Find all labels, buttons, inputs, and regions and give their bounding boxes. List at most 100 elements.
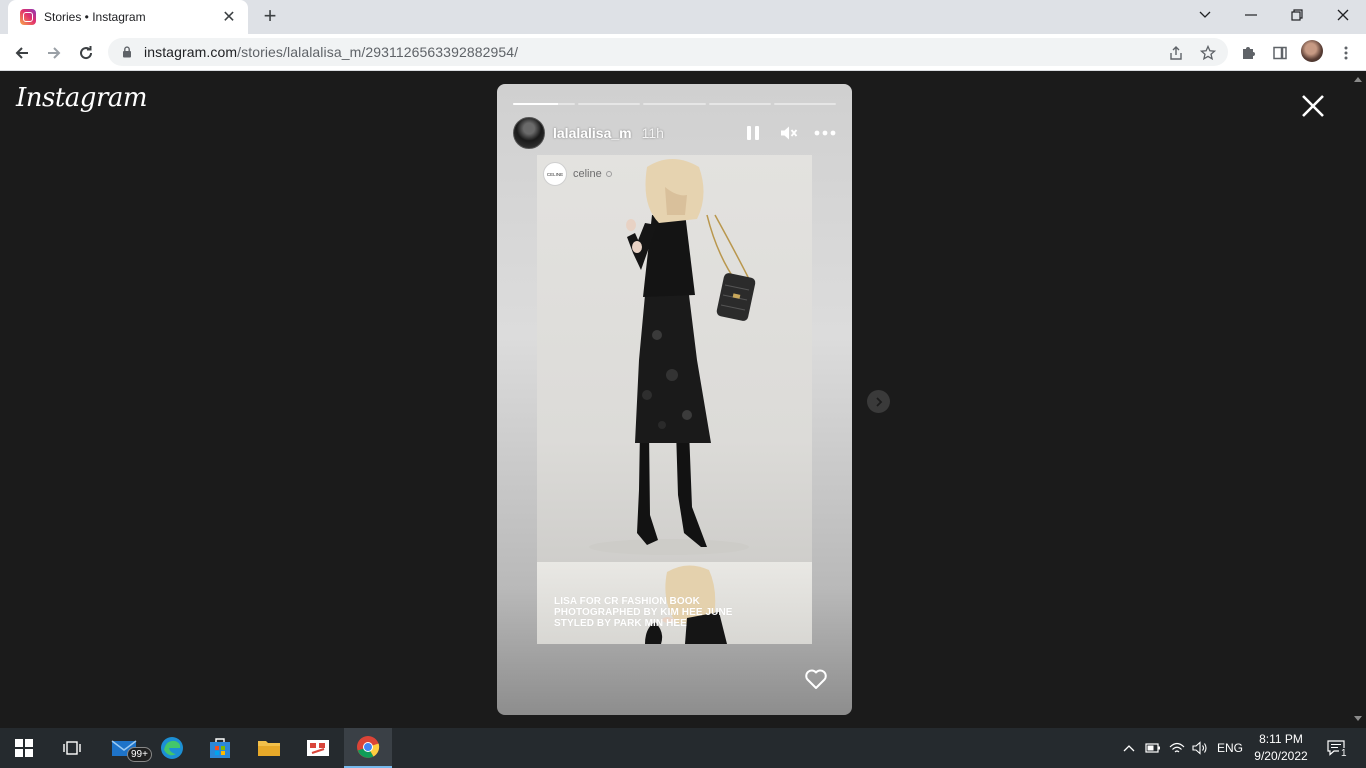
shared-post-second-photo: LISA FOR CR FASHION BOOK PHOTOGRAPHED BY…	[537, 562, 812, 644]
scroll-down-arrow-icon[interactable]	[1354, 716, 1362, 721]
shared-post-username[interactable]: celine	[573, 168, 602, 180]
minimize-button[interactable]	[1228, 0, 1274, 30]
chevron-right-icon	[875, 396, 882, 407]
start-button[interactable]	[0, 728, 48, 768]
close-window-button[interactable]	[1320, 0, 1366, 30]
task-view-icon	[63, 741, 81, 755]
chevron-up-icon	[1123, 745, 1135, 752]
extensions-button[interactable]	[1234, 39, 1262, 67]
more-vertical-icon	[1344, 46, 1348, 60]
volume-tray-button[interactable]	[1189, 728, 1211, 768]
story-username[interactable]: lalalalisa_m	[553, 125, 632, 141]
tab-instagram-stories[interactable]: Stories • Instagram ✕	[8, 0, 248, 34]
snip-tool-icon	[307, 740, 329, 756]
story-progress-fill	[513, 103, 558, 105]
story-timestamp: 11h	[641, 125, 664, 141]
share-button[interactable]	[1162, 39, 1190, 67]
page-scrollbar[interactable]	[1350, 71, 1366, 728]
shared-post-avatar[interactable]: CELINE	[543, 162, 567, 186]
close-stories-icon[interactable]	[1300, 93, 1326, 119]
restore-icon	[1291, 9, 1303, 21]
shared-post-card[interactable]: CELINE celine LISA FOR CR FASHION BOOK P…	[537, 155, 812, 644]
story-progress-segment	[708, 103, 771, 105]
battery-icon	[1145, 743, 1160, 753]
battery-tray-button[interactable]	[1142, 728, 1164, 768]
chrome-taskbar-button[interactable]	[344, 728, 392, 768]
story-progress-bar	[513, 103, 837, 105]
clock-date: 9/20/2022	[1254, 749, 1308, 763]
clock-time: 8:11 PM	[1259, 732, 1303, 746]
side-panel-button[interactable]	[1266, 39, 1294, 67]
story-progress-segment	[513, 103, 576, 105]
tab-title: Stories • Instagram	[44, 10, 146, 24]
story-progress-segment	[643, 103, 706, 105]
reload-button[interactable]	[72, 39, 100, 67]
shared-post-caption: LISA FOR CR FASHION BOOK PHOTOGRAPHED BY…	[554, 596, 733, 629]
lock-icon[interactable]	[120, 45, 134, 59]
forward-button[interactable]	[40, 39, 68, 67]
snipping-tool-button[interactable]	[294, 728, 342, 768]
store-bag-icon	[210, 738, 230, 758]
next-story-button[interactable]	[867, 390, 890, 413]
story-user-avatar[interactable]	[513, 117, 545, 149]
story-progress-segment	[773, 103, 837, 105]
caption-line: PHOTOGRAPHED BY KIM HEE JUNE	[554, 607, 733, 618]
task-view-button[interactable]	[48, 728, 96, 768]
chevron-down-icon	[1199, 11, 1211, 18]
more-horizontal-icon	[814, 130, 836, 136]
star-icon	[1200, 45, 1216, 61]
browser-menu-button[interactable]	[1332, 39, 1360, 67]
pause-button[interactable]	[742, 121, 764, 145]
minimize-icon	[1245, 14, 1257, 16]
instagram-logo[interactable]: Instagram	[16, 83, 148, 113]
show-hidden-icons-button[interactable]	[1118, 728, 1140, 768]
network-tray-button[interactable]	[1166, 728, 1188, 768]
share-icon	[1170, 46, 1182, 60]
microsoft-store-button[interactable]	[196, 728, 244, 768]
edge-icon	[161, 737, 183, 759]
input-language-indicator[interactable]: ENG	[1214, 728, 1246, 768]
verified-badge-icon	[605, 171, 612, 177]
scroll-up-arrow-icon[interactable]	[1354, 77, 1362, 82]
story-viewer[interactable]: lalalalisa_m 11h CELINE celine LISA FOR …	[497, 84, 852, 715]
shared-post-photo: CELINE celine	[537, 155, 812, 562]
like-heart-icon[interactable]	[804, 667, 828, 691]
action-center-button[interactable]: 1	[1320, 728, 1352, 768]
stories-page: Instagram lalalalisa_m 11h CELINE celine…	[0, 71, 1350, 728]
address-bar[interactable]: instagram.com/stories/lalalalisa_m/29311…	[108, 38, 1228, 66]
profile-avatar-button[interactable]	[1301, 40, 1323, 62]
edge-browser-button[interactable]	[148, 728, 196, 768]
back-button[interactable]	[8, 39, 36, 67]
arrow-left-icon	[15, 47, 28, 59]
wifi-icon	[1169, 742, 1185, 753]
bookmark-star-button[interactable]	[1194, 39, 1222, 67]
close-icon	[1337, 9, 1349, 21]
pause-icon	[747, 126, 759, 140]
browser-toolbar: instagram.com/stories/lalalalisa_m/29311…	[0, 34, 1366, 71]
reload-icon	[80, 46, 93, 60]
instagram-favicon-icon	[20, 9, 36, 25]
mail-app-button[interactable]: 99+	[100, 728, 152, 768]
arrow-right-icon	[48, 47, 61, 59]
tab-search-button[interactable]	[1182, 0, 1228, 30]
restore-button[interactable]	[1274, 0, 1320, 30]
tab-strip: Stories • Instagram ✕ +	[0, 0, 1366, 34]
fashion-photo-illustration	[589, 159, 756, 555]
system-clock[interactable]: 8:11 PM 9/20/2022	[1252, 731, 1310, 765]
windows-taskbar: 99+ ENG 8:11 PM 9/20/2022 1	[0, 728, 1366, 768]
notification-count-badge: 1	[1339, 748, 1349, 759]
new-tab-button[interactable]: +	[258, 5, 282, 29]
story-progress-segment	[578, 103, 641, 105]
more-options-button[interactable]	[814, 121, 836, 145]
muted-speaker-icon	[781, 126, 798, 140]
file-explorer-button[interactable]	[245, 728, 293, 768]
mute-button[interactable]	[778, 121, 800, 145]
folder-icon	[258, 741, 280, 756]
story-header: lalalalisa_m 11h	[513, 117, 836, 149]
shared-post-header: CELINE celine	[543, 162, 612, 186]
windows-logo-icon	[15, 739, 33, 757]
speaker-icon	[1192, 741, 1207, 755]
side-panel-icon	[1273, 46, 1287, 60]
story-controls	[742, 121, 836, 145]
tab-close-icon[interactable]: ✕	[220, 7, 238, 27]
